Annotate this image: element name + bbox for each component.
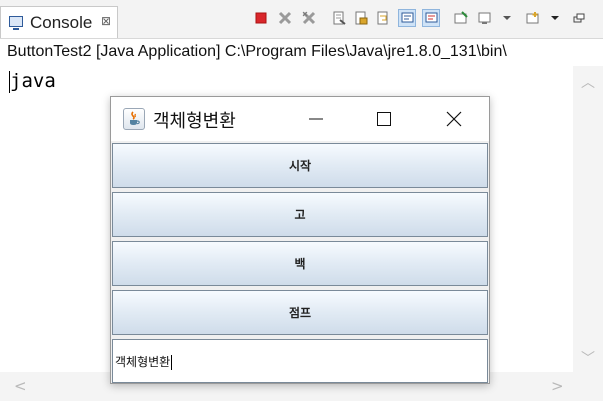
chevron-down-icon[interactable] [498,9,516,27]
jump-button[interactable]: 점프 [112,290,488,335]
scroll-down-icon[interactable]: ﹀ [581,348,595,368]
vertical-scrollbar[interactable]: ︿ ﹀ [573,66,603,372]
launch-description: ButtonTest2 [Java Application] C:\Progra… [7,43,507,60]
text-field-value: 객체형변환 [115,355,171,369]
back-button[interactable]: 백 [112,241,488,286]
show-on-stdout-icon[interactable] [398,9,416,27]
pin-console-icon[interactable] [452,9,470,27]
scrollbar-corner [573,372,603,401]
terminate-icon[interactable] [252,9,270,27]
tab-console-label: Console [30,13,93,32]
show-on-stderr-icon[interactable] [422,9,440,27]
remove-all-terminated-icon[interactable] [300,9,318,27]
minimize-icon [309,118,323,120]
window-titlebar[interactable]: 객체형변환 [111,97,489,141]
text-field[interactable]: 객체형변환 [112,339,488,383]
java-cup-icon [123,108,145,130]
scroll-lock-icon[interactable] [352,9,370,27]
maximize-icon [377,112,391,126]
scroll-left-icon[interactable]: < [14,377,27,395]
close-button[interactable] [439,106,469,132]
clear-console-icon[interactable] [330,9,348,27]
scroll-up-icon[interactable]: ︿ [581,72,595,92]
view-menu-icon[interactable] [546,9,564,27]
word-wrap-icon[interactable] [374,9,392,27]
console-icon [9,16,23,30]
minimize-button[interactable] [301,106,331,132]
window-title: 객체형변환 [153,111,236,132]
open-console-icon[interactable] [524,9,542,27]
remove-launch-icon[interactable] [276,9,294,27]
close-icon[interactable]: ⊠ [101,14,111,28]
text-field-caret [171,355,173,370]
console-output[interactable]: java [10,70,56,92]
start-button[interactable]: 시작 [112,143,488,188]
go-button[interactable]: 고 [112,192,488,237]
scroll-right-icon[interactable]: > [551,377,564,395]
maximize-button[interactable] [369,106,399,132]
view-tab-bar: Console ⊠ [0,0,603,39]
tab-console[interactable]: Console ⊠ [0,6,118,38]
display-selected-console-icon[interactable] [476,9,494,27]
close-icon [446,111,462,127]
swing-window: 객체형변환 시작 고 백 점프 객체형변환 [110,96,490,384]
minimize-view-icon[interactable] [570,9,588,27]
